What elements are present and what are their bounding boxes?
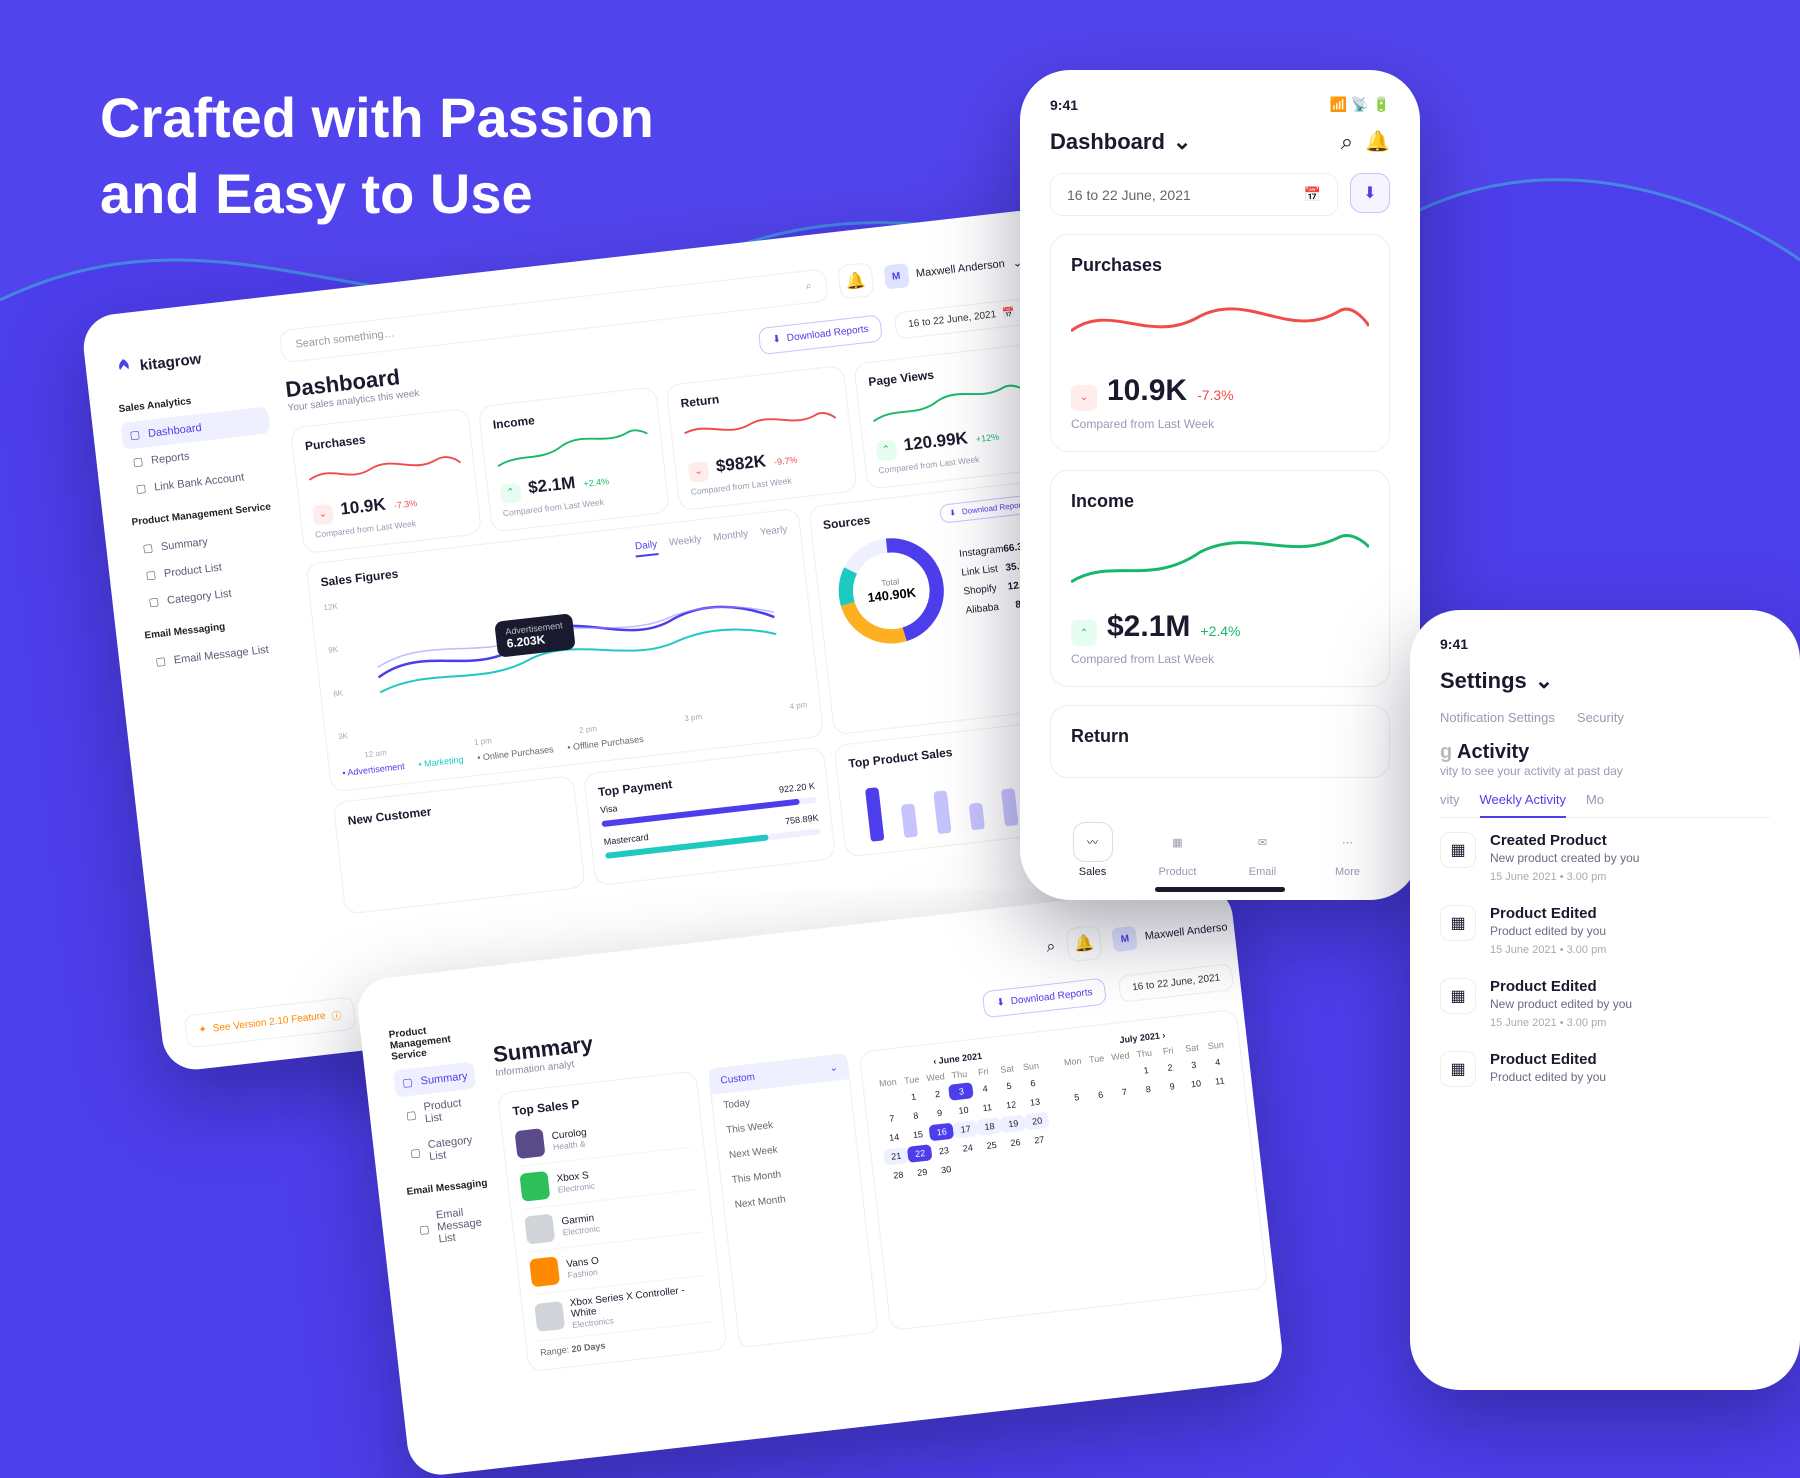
brand-logo: kitagrow [113, 342, 262, 379]
card-income: Income ⌃$2.1M+2.4% Compared from Last We… [1050, 470, 1390, 688]
mail-icon: ✉ [1243, 822, 1283, 862]
search-icon[interactable]: ⌕ [1341, 129, 1353, 155]
tab-monthly[interactable]: Monthly [713, 528, 750, 548]
sidebar-item-email-list[interactable]: ▢ Email Message List [408, 1197, 495, 1256]
product-thumb [520, 1171, 551, 1202]
user-menu[interactable]: MMaxwell Anderso [1112, 915, 1229, 952]
activity-title: g Activity [1440, 741, 1770, 764]
activity-item[interactable]: ▦Product EditedProduct edited by you [1440, 1051, 1770, 1090]
segtab-weekly[interactable]: Weekly Activity [1480, 792, 1566, 818]
chevron-down-icon: ⌄ [1173, 129, 1191, 155]
calendar-widget[interactable]: ‹ June 2021 MonTueWedThuFriSatSun 123456… [859, 1009, 1268, 1331]
avatar: M [883, 263, 910, 290]
chart-icon: 〰 [1073, 822, 1113, 862]
logo-icon [113, 356, 135, 378]
trend-down-icon: ⌄ [687, 460, 709, 482]
trend-down-icon: ⌄ [312, 503, 334, 525]
svg-text:140.90K: 140.90K [866, 584, 917, 604]
date-range-picker[interactable]: 16 to 22 June, 2021 📅 [1050, 173, 1338, 216]
marketing-headline: Crafted with Passion and Easy to Use [100, 80, 654, 231]
status-bar: 9:41 📶 📡 🔋 [1050, 96, 1390, 113]
sparkline-purchases [1071, 286, 1369, 366]
tab-daily[interactable]: Daily [634, 539, 658, 557]
download-icon: ⬇ [1363, 183, 1376, 203]
tab-security[interactable]: Security [1577, 710, 1624, 725]
date-preset-dropdown[interactable]: Custom⌄ Today This Week Next Week This M… [708, 1053, 879, 1348]
tablet-summary: Product Management Service ▢ Summary ▢ P… [355, 882, 1286, 1478]
phone-dashboard: 9:41 📶 📡 🔋 Dashboard ⌄ ⌕ 🔔 16 to 22 June… [1020, 70, 1420, 900]
trend-down-icon: ⌄ [1071, 385, 1097, 411]
page-title[interactable]: Dashboard ⌄ [1050, 129, 1191, 155]
bell-icon: 🔔 [844, 270, 866, 292]
card-income: Income ⌃$2.1M+2.4% Compared from Last We… [478, 386, 670, 532]
chevron-down-icon: ⌄ [829, 1062, 839, 1074]
search-icon: ⌕ [805, 279, 813, 293]
activity-item[interactable]: ▦Product EditedProduct edited by you15 J… [1440, 905, 1770, 956]
tab-more[interactable]: ⋯More [1328, 822, 1368, 878]
sparkline-income [1071, 522, 1369, 602]
trend-up-icon: ⌃ [1071, 620, 1097, 646]
download-reports-button[interactable]: ⬇ Download Reports [982, 978, 1107, 1019]
notifications-button[interactable]: 🔔 [837, 262, 875, 300]
status-icons: 📶 📡 🔋 [1330, 96, 1390, 113]
top-sales-products: Top Sales P CurologHealth &Xbox SElectro… [498, 1070, 729, 1372]
grid-icon: ▦ [1158, 822, 1198, 862]
user-menu[interactable]: M Maxwell Anderson ⌄ [883, 250, 1023, 290]
card-pageviews: Page Views ⌃120.99K+12% Compared from La… [853, 343, 1045, 489]
chevron-down-icon: ⌄ [1535, 668, 1553, 694]
card-top-payment: Top Payment Visa922.20 K Mastercard758.8… [583, 746, 836, 886]
grid-icon: ▦ [1440, 905, 1476, 941]
calendar-prev-icon[interactable]: ‹ [933, 1056, 937, 1066]
phone-settings: 9:41 Settings ⌄ Notification Settings Se… [1410, 610, 1800, 1390]
product-thumb [515, 1128, 546, 1159]
search-icon[interactable]: ⌕ [1046, 938, 1057, 957]
activity-item[interactable]: ▦Product EditedNew product edited by you… [1440, 978, 1770, 1029]
grid-icon: ▦ [1440, 832, 1476, 868]
trend-up-icon: ⌃ [875, 439, 897, 461]
card-purchases: Purchases ⌄10.9K-7.3% Compared from Last… [290, 408, 482, 554]
activity-item[interactable]: ▦Created ProductNew product created by y… [1440, 832, 1770, 883]
sidebar-item-category-list[interactable]: ▢ Category List [400, 1126, 485, 1173]
settings-tabs: Notification Settings Security [1440, 710, 1770, 725]
activity-subtitle: vity to see your activity at past day [1440, 764, 1770, 778]
tab-notification-settings[interactable]: Notification Settings [1440, 710, 1555, 725]
tab-weekly[interactable]: Weekly [668, 534, 702, 554]
version-feature-button[interactable]: ✦ See Version 2.10 Feature ⓘ [184, 996, 356, 1048]
product-thumb [535, 1301, 565, 1332]
dashboard-main: Search something… ⌕ 🔔 M Maxwell Anderson… [273, 245, 1102, 1018]
card-new-customer: New Customer [333, 775, 586, 915]
date-range-picker[interactable]: 16 to 22 June, 2021 [1118, 963, 1235, 1003]
bell-icon[interactable]: 🔔 [1365, 129, 1390, 155]
page-title[interactable]: Settings ⌄ [1440, 668, 1770, 694]
home-indicator [1155, 887, 1285, 892]
grid-icon: ▦ [1440, 1051, 1476, 1087]
tab-product[interactable]: ▦Product [1158, 822, 1198, 878]
calendar-next-icon[interactable]: › [1162, 1030, 1166, 1040]
card-sales-figures: Sales Figures Daily Weekly Monthly Yearl… [305, 507, 824, 792]
tab-bar: 〰Sales ▦Product ✉Email ⋯More [1050, 810, 1390, 878]
card-purchases: Purchases ⌄10.9K-7.3% Compared from Last… [1050, 234, 1390, 452]
tab-email[interactable]: ✉Email [1243, 822, 1283, 878]
tab-yearly[interactable]: Yearly [759, 524, 788, 543]
card-return: Return ⌄$982K-9.7% Compared from Last We… [665, 365, 857, 511]
more-icon: ⋯ [1328, 822, 1368, 862]
sources-donut-chart: Total 140.90K [825, 524, 958, 657]
calendar-icon: 📅 [1304, 186, 1321, 203]
product-thumb [525, 1213, 556, 1244]
activity-segment-tabs: vity Weekly Activity Mo [1440, 792, 1770, 818]
tab-sales[interactable]: 〰Sales [1073, 822, 1113, 878]
trend-up-icon: ⌃ [500, 482, 522, 504]
card-return: Return [1050, 705, 1390, 778]
status-bar: 9:41 [1440, 636, 1770, 652]
sidebar-item-email-list[interactable]: ▢ Email Message List [146, 633, 296, 677]
notifications-button[interactable]: 🔔 [1065, 925, 1103, 963]
download-reports-button[interactable]: ⬇ Download Reports [758, 314, 883, 355]
grid-icon: ▦ [1440, 978, 1476, 1014]
product-thumb [530, 1256, 561, 1287]
date-range-picker[interactable]: 16 to 22 June, 2021 📅 [894, 298, 1029, 340]
download-button[interactable]: ⬇ [1350, 173, 1390, 213]
